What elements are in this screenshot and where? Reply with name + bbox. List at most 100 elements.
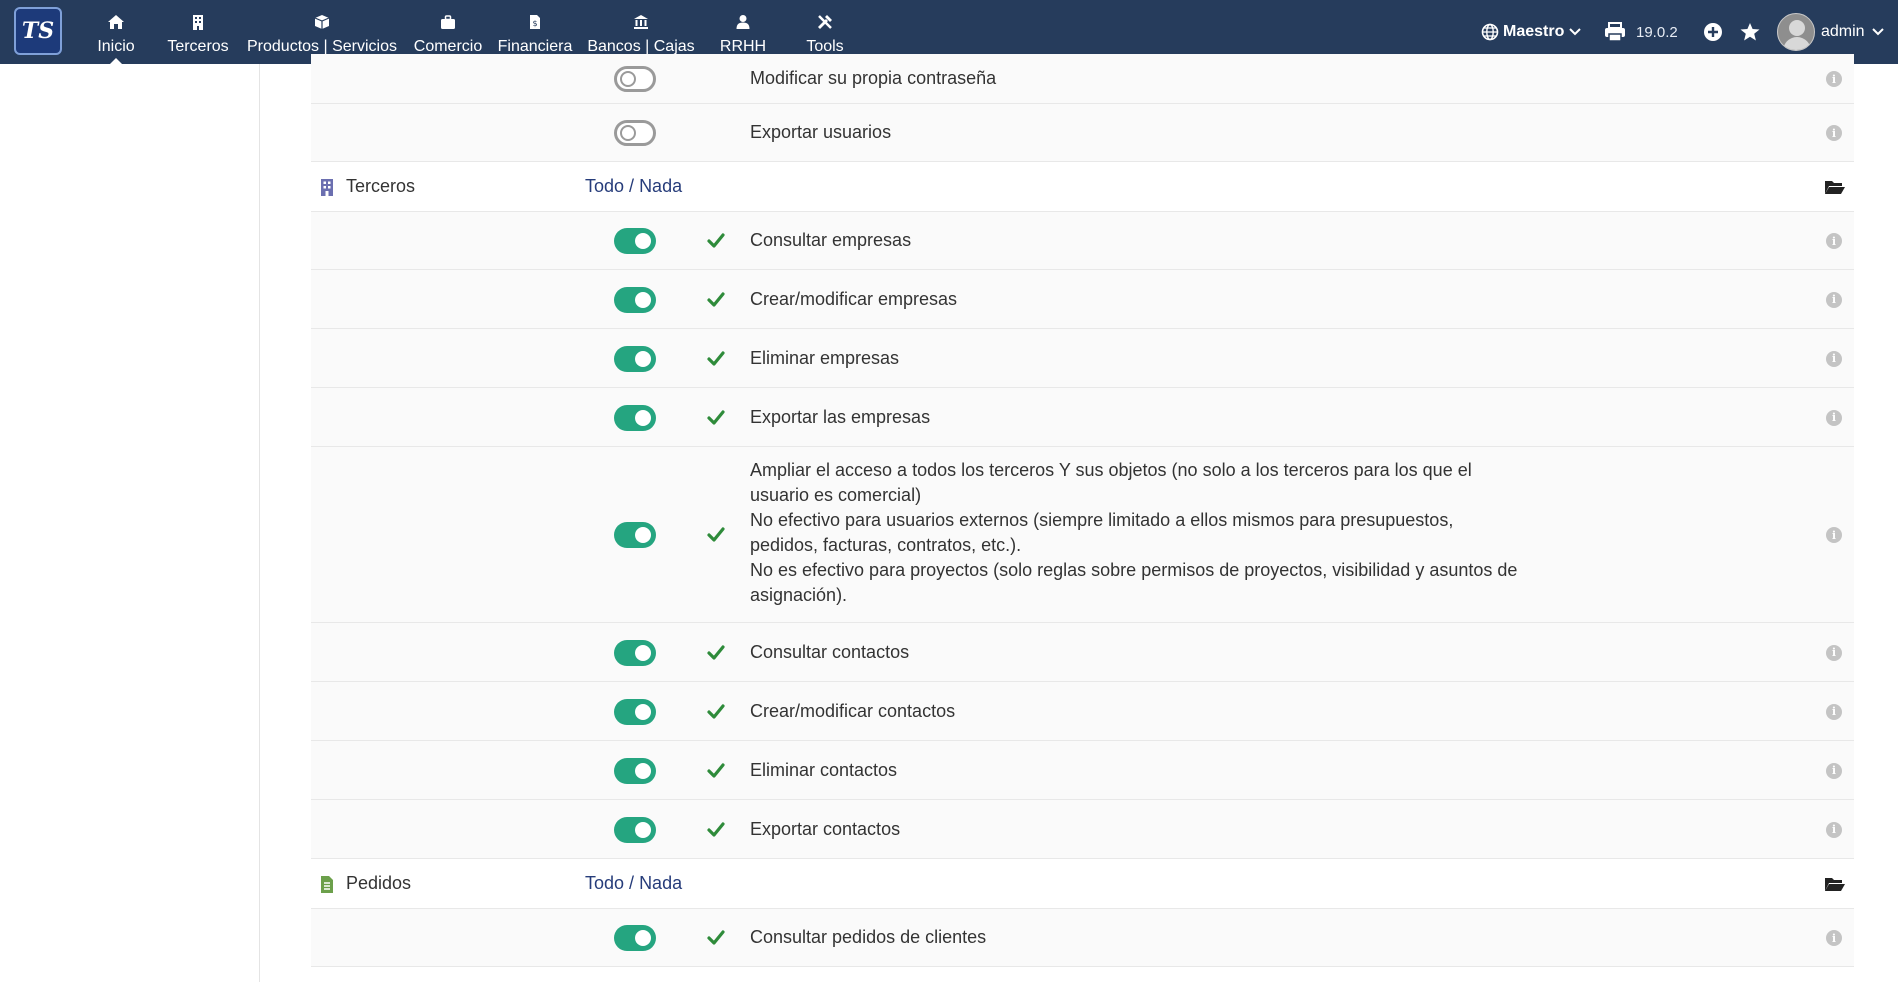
select-none-link[interactable]: Nada (639, 873, 682, 893)
permission-label-line: No es efectivo para proyectos (solo regl… (750, 560, 1518, 580)
permission-label-line: pedidos, facturas, contratos, etc.). (750, 535, 1022, 555)
box-icon (314, 15, 330, 29)
permission-row: Crear/modificar contactos i (311, 682, 1854, 741)
permission-label-line: Ampliar el acceso a todos los terceros Y… (750, 460, 1472, 480)
permission-row: Crear/modificar empresas i (311, 270, 1854, 329)
entity-label: Maestro (1503, 23, 1565, 40)
permissions-table: Modificar su propia contraseña i Exportar … (311, 54, 1854, 967)
permission-label: Ampliar el acceso a todos los terceros Y… (750, 458, 1570, 608)
bank-icon (634, 15, 648, 29)
permission-label: Consultar pedidos de clientes (750, 927, 987, 947)
permission-label: Consultar contactos (750, 641, 910, 662)
chevron-down-icon (1569, 28, 1582, 36)
permission-group-row: Terceros Todo / Nada (311, 162, 1854, 212)
print-icon (1605, 22, 1625, 42)
select-all-link[interactable]: Todo (585, 176, 624, 196)
info-icon[interactable]: i (1826, 930, 1842, 946)
permission-label-line: usuario es comercial) (750, 485, 922, 505)
info-icon[interactable]: i (1826, 125, 1842, 141)
svg-text:$: $ (532, 19, 537, 28)
star-icon (1740, 23, 1760, 41)
permission-row: Eliminar contactos i (311, 741, 1854, 800)
check-icon (707, 291, 725, 307)
check-icon (707, 527, 725, 542)
app-logo[interactable]: TS (14, 7, 62, 55)
permission-row: Consultar empresas i (311, 212, 1854, 270)
info-icon[interactable]: i (1826, 821, 1842, 838)
toggle-on[interactable] (614, 286, 656, 313)
check-icon (707, 409, 725, 425)
check-icon (707, 930, 725, 945)
check-icon (707, 703, 725, 719)
permission-group-row: Pedidos Todo / Nada (311, 859, 1854, 909)
briefcase-icon (441, 15, 455, 29)
permission-label: Modificar su propia contraseña (750, 68, 997, 88)
logo-text: TS (21, 18, 55, 44)
select-none-link[interactable]: Nada (639, 176, 682, 196)
permission-label-line: No efectivo para usuarios externos (siem… (750, 510, 1454, 530)
chevron-down-icon (1871, 28, 1884, 36)
avatar (1777, 13, 1815, 51)
select-all-none: Todo / Nada (585, 873, 682, 894)
menu-label: Terceros (167, 38, 229, 55)
menu-label: Inicio (97, 38, 135, 55)
check-icon (707, 762, 725, 778)
permission-row: Exportar las empresas i (311, 388, 1854, 447)
permission-row: Exportar usuarios i (311, 104, 1854, 162)
permission-label: Eliminar empresas (750, 347, 900, 368)
toggle-off[interactable] (614, 66, 656, 92)
group-name: Terceros (346, 176, 416, 196)
info-icon[interactable]: i (1826, 527, 1842, 543)
info-icon[interactable]: i (1826, 233, 1842, 249)
info-icon[interactable]: i (1826, 644, 1842, 661)
toggle-on[interactable] (614, 522, 656, 548)
tools-icon (818, 15, 832, 29)
permission-row: Ampliar el acceso a todos los terceros Y… (311, 447, 1854, 623)
permission-row: Exportar contactos i (311, 800, 1854, 859)
select-all-none: Todo / Nada (585, 176, 682, 197)
check-icon (707, 350, 725, 366)
toggle-on[interactable] (614, 228, 656, 254)
toggle-on[interactable] (614, 816, 656, 843)
toggle-on[interactable] (614, 925, 656, 951)
menu-inicio[interactable]: Inicio (93, 0, 139, 65)
toggle-off[interactable] (614, 120, 656, 146)
toggle-on[interactable] (614, 698, 656, 725)
permission-label: Exportar contactos (750, 818, 901, 839)
select-all-link[interactable]: Todo (585, 873, 624, 893)
check-icon (707, 821, 725, 837)
toggle-on[interactable] (614, 757, 656, 784)
building-icon (193, 15, 203, 30)
open-folder-icon[interactable] (1824, 179, 1846, 195)
document-icon (321, 876, 333, 893)
toggle-on[interactable] (614, 345, 656, 372)
select-separator: / (624, 176, 640, 196)
user-name: admin (1821, 23, 1865, 40)
group-name: Pedidos (346, 873, 412, 893)
info-icon[interactable]: i (1826, 350, 1842, 367)
select-separator: / (624, 873, 640, 893)
permission-row: Eliminar empresas i (311, 329, 1854, 388)
building-icon (321, 179, 333, 196)
home-icon (108, 15, 124, 29)
info-icon[interactable]: i (1826, 409, 1842, 426)
toggle-on[interactable] (614, 639, 656, 666)
check-icon (707, 233, 725, 248)
open-folder-icon[interactable] (1824, 876, 1846, 892)
permission-row: Consultar pedidos de clientes i (311, 909, 1854, 967)
globe-icon (1481, 23, 1499, 41)
plus-circle-icon (1704, 23, 1722, 41)
permission-label: Exportar las empresas (750, 406, 931, 427)
menu-terceros[interactable]: Terceros (164, 0, 232, 64)
permission-label: Crear/modificar empresas (750, 288, 958, 309)
permission-label: Exportar usuarios (750, 122, 892, 142)
permission-row: Modificar su propia contraseña i (311, 54, 1854, 104)
info-icon[interactable]: i (1826, 291, 1842, 308)
info-icon[interactable]: i (1826, 762, 1842, 779)
check-icon (707, 644, 725, 660)
toggle-on[interactable] (614, 404, 656, 431)
info-icon[interactable]: i (1826, 703, 1842, 720)
user-icon (736, 15, 750, 29)
info-icon[interactable]: i (1826, 71, 1842, 87)
version-label: 19.0.2 (1636, 23, 1678, 41)
